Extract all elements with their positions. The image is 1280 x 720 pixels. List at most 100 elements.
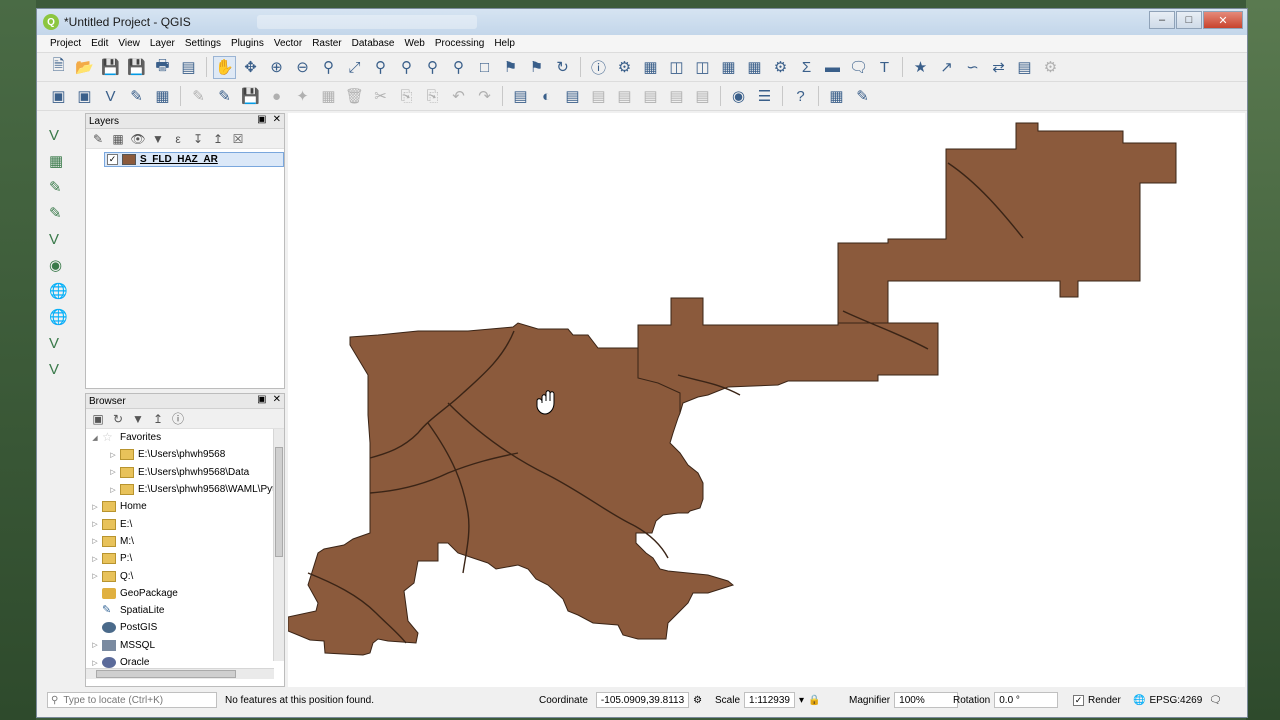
tree-item-postgis[interactable]: PostGIS <box>86 619 284 636</box>
new-bookmark-icon[interactable]: ⚑ <box>499 56 522 79</box>
change-label-icon[interactable]: ▤ <box>691 85 714 108</box>
save-project-icon[interactable]: 💾 <box>99 56 122 79</box>
locator-input[interactable]: ⚲ Type to locate (Ctrl+K) <box>47 692 217 708</box>
layer-style-icon[interactable]: ✎ <box>90 132 106 146</box>
text-annotation-icon[interactable]: T <box>873 56 896 79</box>
zoom-last-icon[interactable]: ⚲ <box>421 56 444 79</box>
expand-arrow-icon[interactable]: ▷ <box>108 451 118 459</box>
label-toolbar-icon[interactable]: ▤ <box>509 85 532 108</box>
measure-line-icon[interactable]: ▬ <box>821 56 844 79</box>
expand-all-icon[interactable]: ↧ <box>190 132 206 146</box>
menu-plugins[interactable]: Plugins <box>226 38 269 49</box>
refresh-browser-icon[interactable]: ↻ <box>110 412 126 426</box>
deselect-icon[interactable]: ◫ <box>691 56 714 79</box>
show-bookmarks-icon[interactable]: ⚑ <box>525 56 548 79</box>
plugin-tool-icon[interactable]: ✎ <box>851 85 874 108</box>
expand-arrow-icon[interactable]: ▷ <box>90 572 100 580</box>
gps-tracking-icon[interactable]: ◉ <box>727 85 750 108</box>
menu-view[interactable]: View <box>113 38 145 49</box>
layer-item[interactable]: ✓ S_FLD_HAZ_AR <box>104 152 284 167</box>
scale-field[interactable]: 1:112939 <box>744 692 795 708</box>
expand-arrow-icon[interactable]: ▷ <box>90 641 100 649</box>
collapse-browser-icon[interactable]: ↥ <box>150 412 166 426</box>
curve-tool-icon[interactable]: ∽ <box>961 56 984 79</box>
cut-features-icon[interactable]: ✂ <box>369 85 392 108</box>
add-raster-layer-icon[interactable]: ▦ <box>43 148 83 174</box>
pan-hand-icon[interactable]: ✋ <box>213 55 236 79</box>
add-mssql-icon[interactable]: V <box>43 330 83 356</box>
current-edits-icon[interactable]: ✎ <box>187 85 210 108</box>
add-group-icon[interactable]: ▦ <box>110 132 126 146</box>
rotation-field[interactable]: 0.0 ° <box>994 692 1059 708</box>
menu-web[interactable]: Web <box>399 38 429 49</box>
new-temp-layer-icon[interactable]: ▦ <box>151 85 174 108</box>
save-as-icon[interactable]: 💾 <box>125 56 148 79</box>
tree-item-favorite-folder[interactable]: ▷ E:\Users\phwh9568 <box>86 446 284 463</box>
panel-close-icon[interactable]: ✕ <box>273 114 281 125</box>
pin-labels-icon[interactable]: ▤ <box>587 85 610 108</box>
expand-arrow-icon[interactable]: ▷ <box>108 468 118 476</box>
menu-help[interactable]: Help <box>489 38 520 49</box>
digitize-star-icon[interactable]: ★ <box>909 56 932 79</box>
redo-icon[interactable]: ↷ <box>473 85 496 108</box>
zoom-selection-icon[interactable]: ⚲ <box>369 56 392 79</box>
magnifier-field[interactable]: 100% <box>894 692 959 708</box>
data-source-manager-icon[interactable]: ▣ <box>47 85 70 108</box>
maximize-button[interactable]: □ <box>1176 11 1202 29</box>
manage-themes-icon[interactable]: 👁 <box>130 132 146 146</box>
new-map-view-icon[interactable]: □ <box>473 56 496 79</box>
menu-vector[interactable]: Vector <box>269 38 307 49</box>
menu-project[interactable]: Project <box>45 38 86 49</box>
collapse-arrow-icon[interactable]: ◢ <box>90 434 100 442</box>
menu-layer[interactable]: Layer <box>145 38 180 49</box>
menu-raster[interactable]: Raster <box>307 38 346 49</box>
processing-toolbox-icon[interactable]: ⚙ <box>769 56 792 79</box>
panel-close-icon[interactable]: ✕ <box>273 394 281 405</box>
new-project-icon[interactable]: 🗎 <box>47 56 70 79</box>
expand-arrow-icon[interactable]: ▷ <box>90 537 100 545</box>
diagram-icon[interactable]: ◐ <box>535 85 558 108</box>
print-layout-icon[interactable]: 🖶 <box>151 56 174 79</box>
tree-item-drive-m[interactable]: ▷ M:\ <box>86 533 284 550</box>
show-hide-labels-icon[interactable]: ▤ <box>613 85 636 108</box>
zoom-next-icon[interactable]: ⚲ <box>447 56 470 79</box>
vertex-tool-icon[interactable]: ✦ <box>291 85 314 108</box>
expand-arrow-icon[interactable]: ▷ <box>90 555 100 563</box>
scale-dropdown-icon[interactable]: ▾ <box>799 695 804 706</box>
new-spatialite-icon[interactable]: ✎ <box>125 85 148 108</box>
copy-features-icon[interactable]: ⎘ <box>395 85 418 108</box>
select-by-value-icon[interactable]: ◫ <box>665 56 688 79</box>
expand-arrow-icon[interactable]: ▷ <box>90 503 100 511</box>
identify-features-icon[interactable]: ⓘ <box>587 56 610 79</box>
tree-item-home[interactable]: ▷ Home <box>86 498 284 515</box>
collapse-all-icon[interactable]: ↥ <box>210 132 226 146</box>
delete-selected-icon[interactable]: 🗑 <box>343 85 366 108</box>
add-layers-icon[interactable]: ▣ <box>90 412 106 426</box>
browser-horizontal-scrollbar[interactable] <box>86 668 274 679</box>
minimize-button[interactable]: – <box>1149 11 1175 29</box>
save-edits-icon[interactable]: 💾 <box>239 85 262 108</box>
add-feature-icon[interactable]: ● <box>265 85 288 108</box>
tree-item-favorite-folder[interactable]: ▷ E:\Users\phwh9568\WAML\Pyt <box>86 481 284 498</box>
filter-expression-icon[interactable]: ε <box>170 132 186 146</box>
ruler-tool-icon[interactable]: ▤ <box>1013 56 1036 79</box>
zoom-layer-icon[interactable]: ⚲ <box>395 56 418 79</box>
tree-item-drive-q[interactable]: ▷ Q:\ <box>86 567 284 584</box>
add-wfs-icon[interactable]: 🌐 <box>43 304 83 330</box>
refresh-icon[interactable]: ↻ <box>551 56 574 79</box>
tree-item-mssql[interactable]: ▷ MSSQL <box>86 637 284 654</box>
new-geopackage-icon[interactable]: ▣ <box>73 85 96 108</box>
new-shapefile-icon[interactable]: V <box>99 85 122 108</box>
render-checkbox[interactable]: ✓ <box>1073 694 1084 706</box>
xy-tool-icon[interactable]: ↗ <box>935 56 958 79</box>
expand-arrow-icon[interactable]: ▷ <box>90 659 100 667</box>
layer-visibility-checkbox[interactable]: ✓ <box>107 154 118 165</box>
tree-item-favorite-folder[interactable]: ▷ E:\Users\phwh9568\Data <box>86 464 284 481</box>
attribute-table-icon[interactable]: ▦ <box>717 56 740 79</box>
add-postgis-icon[interactable]: ◉ <box>43 252 83 278</box>
map-svg[interactable] <box>288 113 1245 687</box>
menu-edit[interactable]: Edit <box>86 38 113 49</box>
add-wms-icon[interactable]: 🌐 <box>43 278 83 304</box>
plugin-grid-icon[interactable]: ▦ <box>825 85 848 108</box>
menu-settings[interactable]: Settings <box>180 38 226 49</box>
